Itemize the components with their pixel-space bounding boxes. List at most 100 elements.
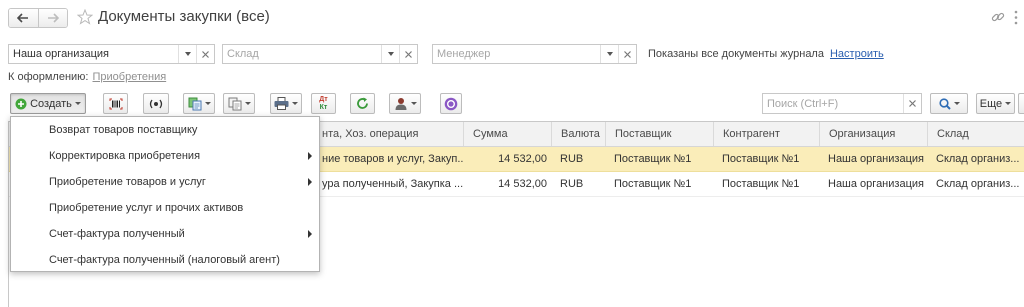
more-actions-button[interactable]: Еще <box>976 93 1015 114</box>
documents-button[interactable] <box>223 93 255 114</box>
cell-supplier: Поставщик №1 <box>614 178 692 190</box>
discussion-icon <box>444 97 458 110</box>
warehouse-filter <box>222 44 418 64</box>
radio-signal-button[interactable] <box>143 93 169 114</box>
search-icon <box>938 97 951 110</box>
history-navigation <box>8 8 68 28</box>
help-button[interactable] <box>1018 93 1024 114</box>
refresh-icon <box>357 97 368 109</box>
organization-input[interactable] <box>9 45 178 63</box>
barcode-button[interactable] <box>103 93 128 114</box>
chevron-down-icon <box>606 52 613 56</box>
submenu-arrow-icon <box>308 152 312 160</box>
cell-counterparty: Поставщик №1 <box>722 178 800 190</box>
to-process-line: К оформлению: Приобретения <box>8 70 166 84</box>
warehouse-input[interactable] <box>223 45 381 63</box>
print-button[interactable] <box>270 93 302 114</box>
configure-link[interactable]: Настроить <box>830 48 884 60</box>
printer-icon <box>274 97 289 110</box>
menu-item-goods-services-purchase[interactable]: Приобретение товаров и услуг <box>11 169 319 195</box>
cell-amount: 14 532,00 <box>498 153 547 165</box>
menu-item-label: Счет-фактура полученный (налоговый агент… <box>49 254 280 266</box>
more-actions-label: Еще <box>979 97 1003 110</box>
debit-credit-button[interactable]: Дт Кт <box>311 93 336 114</box>
journal-info-text: Показаны все документы журнала <box>648 48 824 60</box>
submenu-arrow-icon <box>308 230 312 238</box>
clear-icon <box>909 100 916 107</box>
chevron-down-icon <box>410 102 417 105</box>
menu-item-label: Счет-фактура полученный <box>49 228 185 240</box>
search-button[interactable] <box>930 93 968 114</box>
link-icon[interactable] <box>991 10 1005 24</box>
cell-counterparty: Поставщик №1 <box>722 153 800 165</box>
search-input[interactable] <box>763 94 903 113</box>
to-process-label: К оформлению: <box>8 71 89 83</box>
menu-item-received-invoice[interactable]: Счет-фактура полученный <box>11 221 319 247</box>
debit-credit-icon: Дт Кт <box>319 96 327 112</box>
search-field <box>762 93 922 114</box>
organization-dropdown-button[interactable] <box>178 45 196 63</box>
responsible-button[interactable] <box>389 93 421 114</box>
chevron-down-icon <box>74 102 81 105</box>
cell-organization: Наша организация <box>828 178 924 190</box>
more-vertical-icon[interactable] <box>1013 10 1019 25</box>
chevron-down-icon <box>204 102 211 105</box>
person-stamp-icon <box>395 97 406 110</box>
organization-clear-button[interactable] <box>196 45 214 63</box>
cell-currency: RUB <box>560 178 584 190</box>
manager-input[interactable] <box>433 45 600 63</box>
create-menu: Возврат товаров поставщику Корректировка… <box>10 116 320 272</box>
cell-amount: 14 532,00 <box>498 178 547 190</box>
refresh-button[interactable] <box>350 93 375 114</box>
debit-label: Дт <box>319 95 328 103</box>
organization-filter <box>8 44 215 64</box>
arrow-left-icon <box>17 13 29 23</box>
menu-item-label: Приобретение услуг и прочих активов <box>49 202 244 214</box>
chevron-down-icon <box>292 102 298 105</box>
search-clear-button[interactable] <box>903 94 921 113</box>
menu-item-supplier-return[interactable]: Возврат товаров поставщику <box>11 117 319 143</box>
cell-supplier: Поставщик №1 <box>614 153 692 165</box>
chevron-down-icon <box>244 102 251 105</box>
copy-documents-icon <box>188 97 201 110</box>
column-header-supplier[interactable]: Поставщик <box>605 122 713 146</box>
menu-item-label: Приобретение товаров и услуг <box>49 176 206 188</box>
to-process-link[interactable]: Приобретения <box>93 71 167 83</box>
chevron-down-icon <box>953 102 960 105</box>
page-title: Документы закупки (все) <box>98 8 270 25</box>
forward-button[interactable] <box>38 9 67 27</box>
star-icon[interactable] <box>77 9 93 25</box>
documents-icon <box>228 97 241 110</box>
manager-dropdown-button[interactable] <box>600 45 618 63</box>
menu-item-purchase-correction[interactable]: Корректировка приобретения <box>11 143 319 169</box>
menu-item-services-assets-purchase[interactable]: Приобретение услуг и прочих активов <box>11 195 319 221</box>
warehouse-dropdown-button[interactable] <box>381 45 399 63</box>
create-button[interactable]: Создать <box>10 93 86 114</box>
chevron-down-icon <box>387 52 394 56</box>
column-header-warehouse[interactable]: Склад <box>927 122 1024 146</box>
discussion-button[interactable] <box>440 93 462 114</box>
plus-circle-icon <box>15 98 27 109</box>
clear-icon <box>624 50 631 58</box>
barcode-icon <box>109 98 122 109</box>
cell-warehouse: Склад организ... <box>936 178 1020 190</box>
column-header-amount[interactable]: Сумма <box>463 122 551 146</box>
warehouse-clear-button[interactable] <box>399 45 417 63</box>
column-header-organization[interactable]: Организация <box>819 122 927 146</box>
credit-label: Кт <box>319 103 328 111</box>
radio-signal-icon <box>149 99 163 108</box>
cell-warehouse: Склад организ... <box>936 153 1020 165</box>
copy-documents-button[interactable] <box>183 93 215 114</box>
create-button-label: Создать <box>30 97 72 110</box>
back-button[interactable] <box>9 9 39 27</box>
menu-item-label: Возврат товаров поставщику <box>49 124 198 136</box>
menu-item-received-invoice-tax-agent[interactable]: Счет-фактура полученный (налоговый агент… <box>11 247 319 273</box>
journal-info: Показаны все документы журнала Настроить <box>648 44 884 64</box>
column-header-counterparty[interactable]: Контрагент <box>713 122 819 146</box>
menu-item-label: Корректировка приобретения <box>49 150 201 162</box>
column-header-currency[interactable]: Валюта <box>551 122 605 146</box>
cell-organization: Наша организация <box>828 153 924 165</box>
clear-icon <box>405 50 412 58</box>
manager-clear-button[interactable] <box>618 45 636 63</box>
clear-icon <box>202 50 209 58</box>
